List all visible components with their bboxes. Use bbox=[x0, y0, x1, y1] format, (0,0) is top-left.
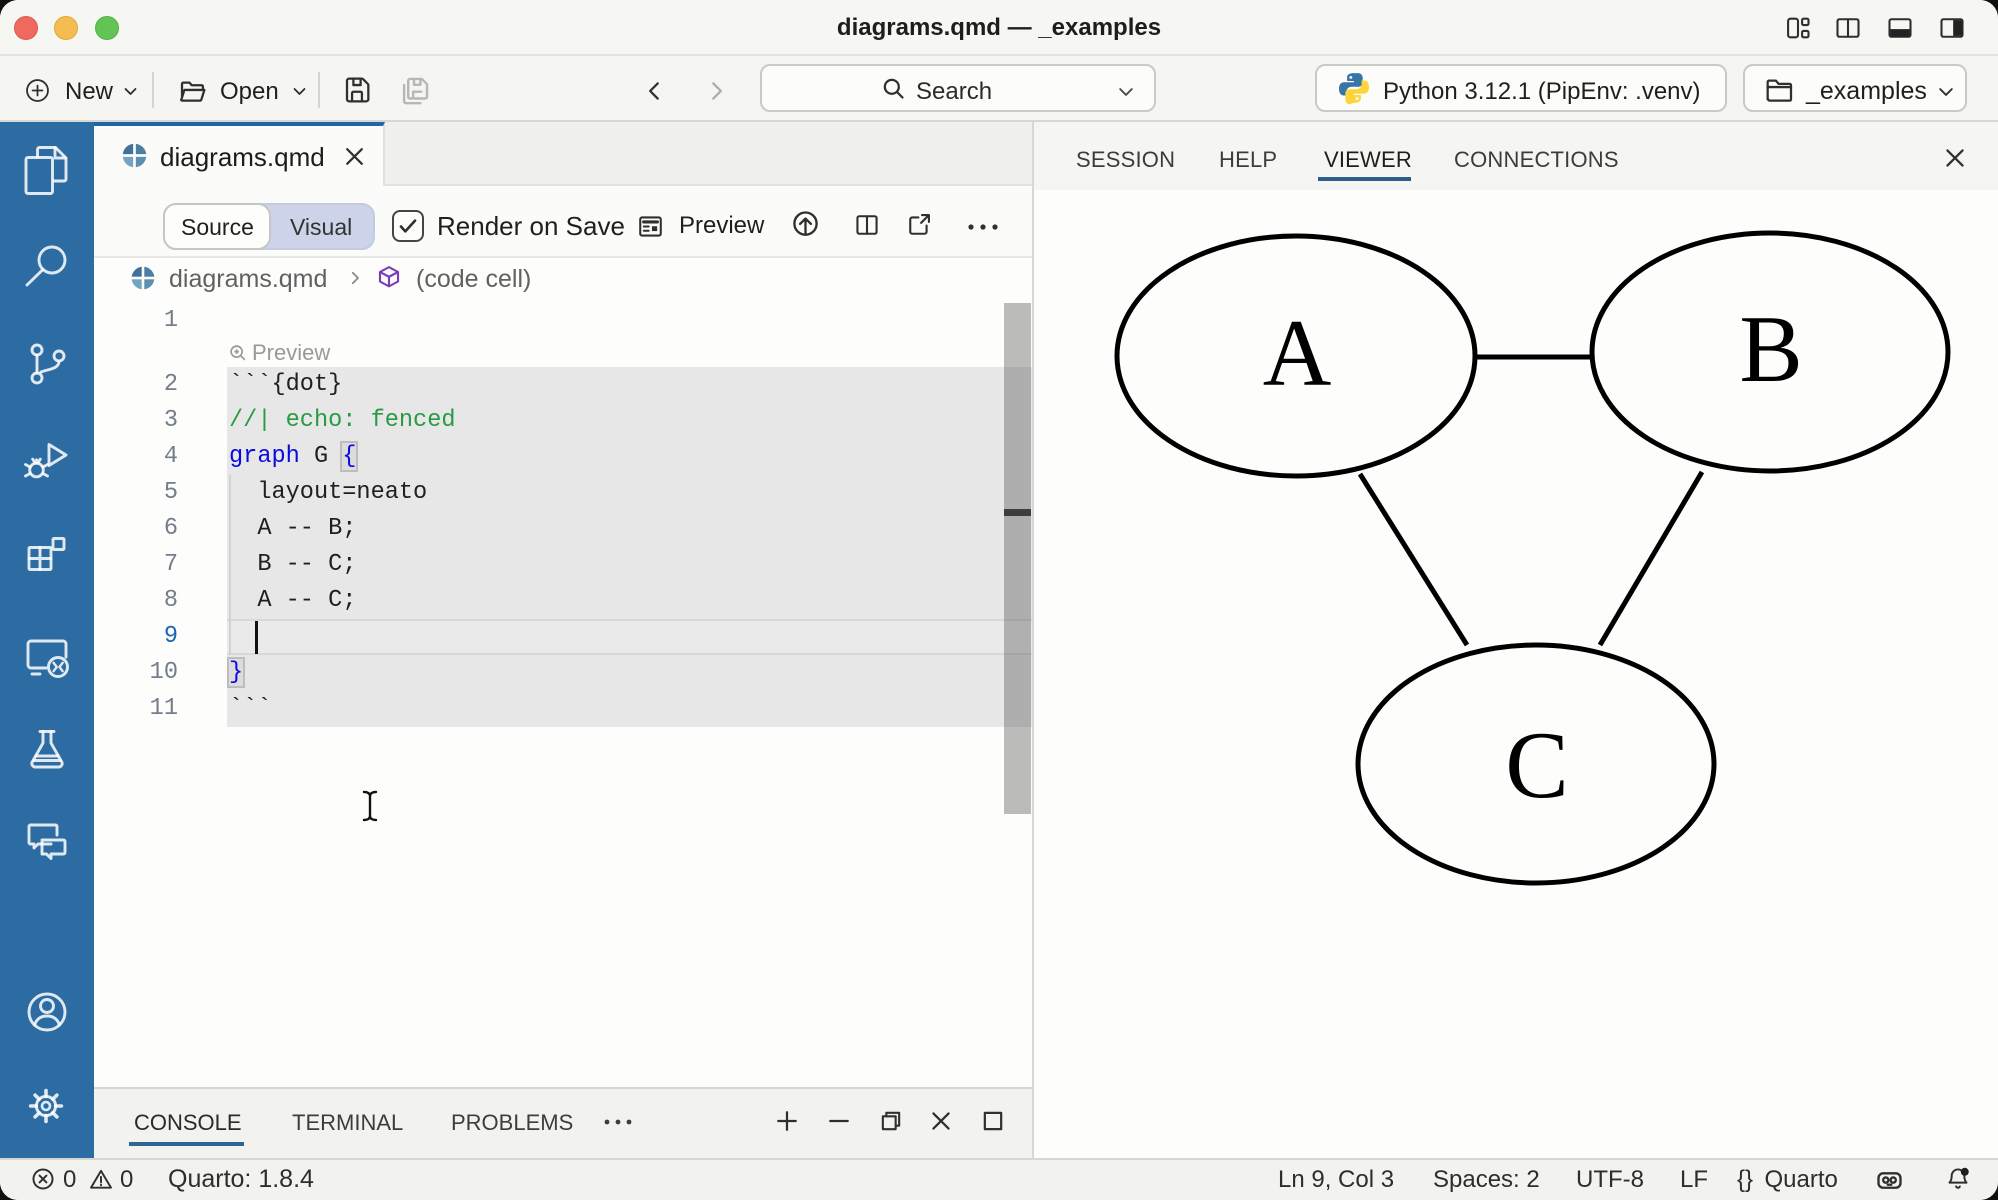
svg-text:C: C bbox=[1505, 712, 1568, 818]
svg-text:A: A bbox=[1263, 300, 1332, 406]
svg-text:B: B bbox=[1739, 296, 1802, 402]
